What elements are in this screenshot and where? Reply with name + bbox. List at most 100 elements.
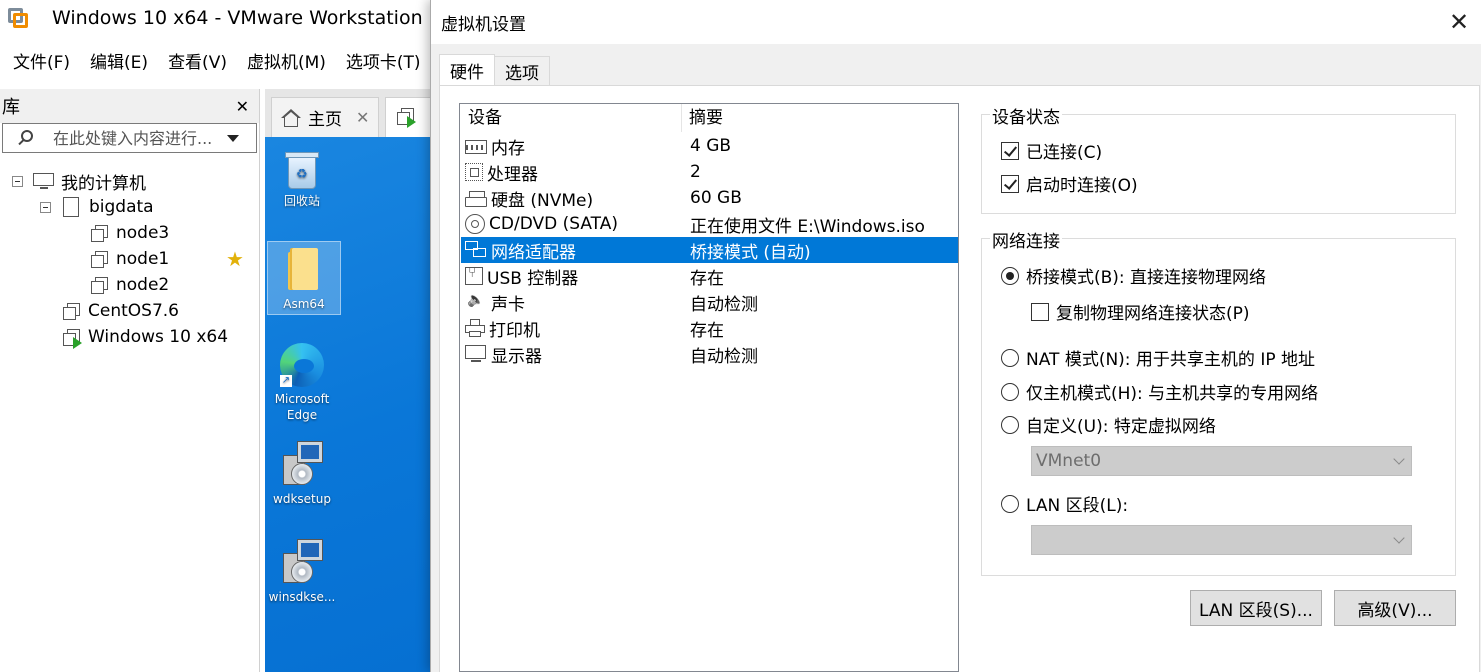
bridged-radio[interactable] [1001,266,1019,285]
collapse-icon[interactable] [12,175,23,187]
connected-checkbox-row[interactable]: 已连接(C) [1001,138,1102,163]
dialog-tabs: 硬件 选项 [439,54,550,86]
tab-home[interactable]: 主页 ✕ [271,97,379,137]
device-name: 显示器 [491,346,542,367]
desktop-recycle-bin[interactable]: ♻ 回收站 [265,143,339,209]
tab-hardware[interactable]: 硬件 [439,54,495,86]
device-row-display[interactable]: 显示器 自动检测 [461,341,958,367]
lan-segment-select[interactable] [1031,525,1412,555]
replicate-state-checkbox[interactable] [1031,302,1049,321]
lan-segments-button[interactable]: LAN 区段(S)... [1190,590,1322,626]
host-only-radio[interactable] [1001,382,1019,401]
host-only-radio-row[interactable]: 仅主机模式(H): 与主机共享的专用网络 [1001,379,1318,404]
tab-close-icon[interactable]: ✕ [356,108,369,127]
device-row-memory[interactable]: 内存 4 GB [461,133,958,159]
desktop-wdksetup[interactable]: wdksetup [265,437,339,507]
collapse-icon[interactable] [40,201,51,213]
desktop-edge[interactable]: ↗ Microsoft Edge [265,337,339,423]
desktop-asm64[interactable]: Asm64 [267,241,341,315]
device-name: USB 控制器 [487,268,579,289]
library-title: 库 [2,97,20,118]
lan-segment-radio-row[interactable]: LAN 区段(L): [1001,491,1128,516]
tree-item-node3[interactable]: node3 [90,220,169,246]
tree-item-label: node1 [116,249,170,269]
tree-item-label: node3 [116,223,170,243]
folder-icon [286,248,322,292]
running-vm-icon [62,327,82,349]
menu-bar: 文件(F) 编辑(E) 查看(V) 虚拟机(M) 选项卡(T) [0,42,430,78]
network-connection-group: 网络连接 桥接模式(B): 直接连接物理网络 复制物理网络连接状态(P) NAT… [981,227,1456,576]
device-summary: 2 [690,162,701,182]
menu-file[interactable]: 文件(F) [13,48,70,73]
tree-item-label: CentOS7.6 [88,301,179,321]
installer-icon [279,539,325,587]
device-row-cd-dvd[interactable]: CD/DVD (SATA) 正在使用文件 E:\Windows.iso [461,211,958,237]
replicate-state-row[interactable]: 复制物理网络连接状态(P) [1031,299,1250,324]
connected-label: 已连接(C) [1026,143,1103,163]
tab-home-label: 主页 [308,110,342,130]
device-summary: 桥接模式 (自动) [690,242,811,263]
device-name: 网络适配器 [491,242,576,263]
home-icon [280,108,302,128]
desktop-winsdksetup[interactable]: winsdkse... [265,535,339,605]
library-panel: 库 ✕ 我的计算机 bigdata node3 node1 ★ node2 [0,89,260,672]
library-header: 库 ✕ [0,89,259,123]
connect-at-power-on-row[interactable]: 启动时连接(O) [1001,171,1138,196]
custom-network-select[interactable]: VMnet0 [1031,446,1412,476]
connect-at-power-on-checkbox[interactable] [1001,174,1019,193]
chevron-down-icon [1393,453,1405,465]
connected-checkbox[interactable] [1001,141,1019,160]
connect-at-power-on-label: 启动时连接(O) [1026,176,1138,196]
nat-radio[interactable] [1001,348,1019,367]
custom-radio-row[interactable]: 自定义(U): 特定虚拟网络 [1001,412,1216,437]
menu-view[interactable]: 查看(V) [168,48,227,73]
guest-desktop[interactable]: ♻ 回收站 Asm64 ↗ Microsoft Edge wdksetup wi… [265,137,431,672]
running-vm-icon [396,106,416,128]
device-row-usb[interactable]: USB 控制器 存在 [461,263,958,289]
library-search [2,123,257,153]
vm-icon [90,249,110,269]
device-row-sound-card[interactable]: 声卡 自动检测 [461,289,958,315]
recycle-bin-icon: ♻ [284,149,320,189]
device-row-network-adapter[interactable]: 网络适配器 桥接模式 (自动) [461,237,958,263]
tree-item-node1[interactable]: node1 ★ [90,246,255,272]
device-name: 内存 [491,138,525,159]
column-header-summary[interactable]: 摘要 [682,104,723,132]
vm-settings-dialog: 虚拟机设置 ✕ 硬件 选项 设备 摘要 内存 4 GB 处理器 2 硬盘 (NV… [430,0,1481,672]
menu-tabs[interactable]: 选项卡(T) [346,48,421,73]
menu-edit[interactable]: 编辑(E) [90,48,148,73]
custom-radio[interactable] [1001,415,1019,434]
desktop-item-label: Asm64 [283,297,325,311]
tree-item-node2[interactable]: node2 [90,272,169,298]
display-icon [465,344,487,364]
desktop-item-label: 回收站 [283,194,320,208]
host-only-label: 仅主机模式(H): 与主机共享的专用网络 [1026,384,1319,404]
column-header-device[interactable]: 设备 [460,104,682,132]
tree-item-windows10[interactable]: Windows 10 x64 [62,324,228,350]
tree-item-bigdata[interactable]: bigdata [40,194,154,220]
bridged-label: 桥接模式(B): 直接连接物理网络 [1026,268,1267,288]
device-row-hard-disk[interactable]: 硬盘 (NVMe) 60 GB [461,185,958,211]
menu-vm[interactable]: 虚拟机(M) [247,48,326,73]
advanced-button[interactable]: 高级(V)... [1334,590,1456,626]
lan-segment-radio[interactable] [1001,494,1019,513]
edge-browser-icon: ↗ [280,343,324,387]
tree-item-label: Windows 10 x64 [88,327,229,347]
bridged-radio-row[interactable]: 桥接模式(B): 直接连接物理网络 [1001,263,1266,288]
device-row-processor[interactable]: 处理器 2 [461,159,958,185]
device-list[interactable]: 设备 摘要 内存 4 GB 处理器 2 硬盘 (NVMe) 60 GB CD/D… [459,103,959,672]
custom-label: 自定义(U): 特定虚拟网络 [1026,417,1216,437]
library-close-icon[interactable]: ✕ [236,97,249,116]
tab-options[interactable]: 选项 [494,56,550,86]
device-row-printer[interactable]: 打印机 存在 [461,315,958,341]
tree-item-my-computer[interactable]: 我的计算机 [12,168,146,194]
device-name: 声卡 [491,294,525,315]
tree-item-centos[interactable]: CentOS7.6 [62,298,179,324]
library-search-input[interactable] [39,128,219,148]
nat-radio-row[interactable]: NAT 模式(N): 用于共享主机的 IP 地址 [1001,345,1315,370]
tab-windows10[interactable] [385,97,431,137]
search-dropdown-arrow-icon[interactable] [227,134,239,142]
dialog-close-icon[interactable]: ✕ [1436,0,1481,44]
cd-dvd-icon [465,214,485,234]
memory-icon [465,140,487,154]
